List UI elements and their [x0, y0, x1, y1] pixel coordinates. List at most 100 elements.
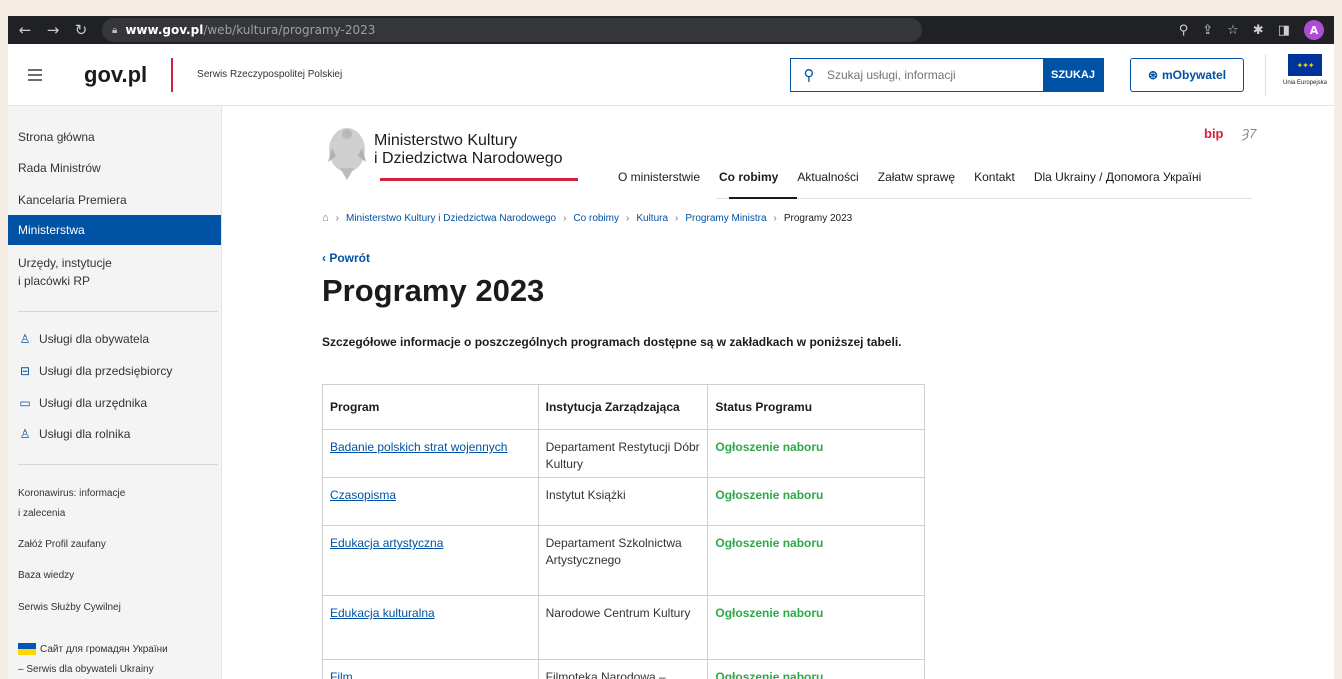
table-cell-program: Czasopisma	[322, 477, 539, 526]
sidebar-item-ministries[interactable]: Ministerstwa	[8, 215, 221, 245]
bip-link[interactable]: bip	[1204, 126, 1224, 141]
table-row: Badanie polskich strat wojennych Departa…	[322, 429, 925, 478]
page-title: Programy 2023	[322, 273, 545, 308]
home-icon[interactable]: ⌂	[322, 212, 329, 224]
forward-arrow-icon[interactable]: →	[42, 19, 64, 41]
service-official-label: Usługi dla urzędnika	[39, 396, 148, 410]
program-link[interactable]: Badanie polskich strat wojennych	[330, 440, 507, 454]
reload-icon[interactable]: ↻	[70, 19, 92, 41]
table-row: Film Filmoteka Narodowa – Ogłoszenie nab…	[322, 659, 925, 679]
table-cell-status: Ogłoszenie naboru	[707, 659, 925, 679]
nav-news[interactable]: Aktualności	[797, 170, 858, 184]
sidebar-item-chancellery[interactable]: Kancelaria Premiera	[8, 191, 221, 209]
nav-about[interactable]: O ministerstwie	[618, 170, 700, 184]
search-box: ⚲ SZUKAJ	[790, 58, 1104, 92]
sign-language-icon[interactable]: Ȝ7	[1242, 126, 1256, 141]
star-icon[interactable]: ☆	[1227, 23, 1239, 38]
table-cell-institution: Departament Restytucji Dóbr Kultury	[537, 429, 709, 478]
program-link[interactable]: Film	[330, 670, 353, 679]
sidebar-item-offices-l2: i placówki RP	[18, 274, 91, 288]
zoom-icon[interactable]: ⚲	[1179, 23, 1189, 38]
back-link[interactable]: ‹ Powrót	[322, 251, 370, 265]
main-content: Ministerstwo Kultury i Dziedzictwa Narod…	[222, 106, 1334, 679]
table-header-program: Program	[322, 384, 539, 430]
sidebar: Strona główna Rada Ministrów Kancelaria …	[8, 106, 222, 679]
table-cell-status: Ogłoszenie naboru	[707, 595, 925, 660]
ministry-name[interactable]: Ministerstwo Kultury i Dziedzictwa Narod…	[374, 132, 563, 168]
search-input[interactable]	[827, 59, 1043, 91]
briefcase-icon: ⊟	[19, 364, 31, 378]
sidebar-item-home[interactable]: Strona główna	[8, 128, 221, 146]
table-cell-status: Ogłoszenie naboru	[707, 429, 925, 478]
sidebar-item-offices-l1: Urzędy, instytucje	[18, 256, 112, 270]
sidebar-service-citizen[interactable]: ♙ Usługi dla obywatela	[18, 332, 149, 346]
table-row: Edukacja kulturalna Narodowe Centrum Kul…	[322, 595, 925, 660]
eu-divider	[1265, 54, 1266, 96]
chevron-right-icon: ›	[335, 212, 339, 224]
address-bar[interactable]: 🔒︎ www.gov.pl/web/kultura/programy-2023	[102, 18, 922, 42]
table-cell-institution: Narodowe Centrum Kultury	[537, 595, 709, 660]
covid-l1: Koronawirus: informacje	[18, 488, 126, 499]
program-link[interactable]: Czasopisma	[330, 488, 396, 502]
share-icon[interactable]: ⇪	[1202, 23, 1213, 38]
nav-what-we-do[interactable]: Co robimy	[719, 170, 778, 184]
govpl-logo[interactable]: gov.pl	[84, 62, 147, 88]
sidebar-service-official[interactable]: ▭ Usługi dla urzędnika	[18, 396, 147, 410]
sidebar-item-offices[interactable]: Urzędy, instytucje i placówki RP	[8, 254, 221, 290]
sidebar-item-council[interactable]: Rada Ministrów	[8, 159, 221, 177]
sidebar-service-business[interactable]: ⊟ Usługi dla przedsiębiorcy	[18, 364, 172, 378]
farmer-icon: ♙	[19, 427, 31, 441]
header-subtitle: Serwis Rzeczypospolitej Polskiej	[197, 69, 343, 80]
chevron-right-icon: ›	[626, 212, 630, 224]
ukraine-l2: – Serwis dla obywateli Ukrainy	[18, 664, 154, 675]
program-link[interactable]: Edukacja kulturalna	[330, 606, 435, 620]
nav-ukraine[interactable]: Dla Ukrainy / Допомога Україні	[1034, 170, 1201, 184]
menu-icon[interactable]	[28, 68, 42, 81]
nav-active-indicator	[729, 197, 797, 199]
nav-contact[interactable]: Kontakt	[974, 170, 1015, 184]
table-cell-program: Edukacja artystyczna	[322, 525, 539, 596]
eagle-emblem-icon	[328, 128, 366, 180]
breadcrumb-culture[interactable]: Kultura	[636, 213, 668, 224]
laptop-icon: ▭	[19, 396, 31, 410]
sidebar-link-covid[interactable]: Koronawirus: informacje i zalecenia	[18, 484, 218, 524]
mobywatel-label: mObywatel	[1162, 68, 1227, 82]
table-row: Edukacja artystyczna Departament Szkolni…	[322, 525, 925, 596]
sidebar-link-civil-service[interactable]: Serwis Służby Cywilnej	[18, 598, 218, 618]
service-business-label: Usługi dla przedsiębiorcy	[39, 364, 173, 378]
breadcrumb-what-we-do[interactable]: Co robimy	[573, 213, 619, 224]
sidebar-divider	[18, 311, 218, 312]
search-button[interactable]: SZUKAJ	[1043, 59, 1103, 91]
sidebar-link-trusted-profile[interactable]: Załóż Profil zaufany	[18, 535, 218, 555]
url-path: /web/kultura/programy-2023	[203, 23, 376, 37]
table-cell-institution: Instytut Książki	[537, 477, 709, 526]
main-navigation: O ministerstwie Co robimy Aktualności Za…	[618, 170, 1201, 184]
sidebar-link-ukraine[interactable]: Сайт для громадян України – Serwis dla o…	[18, 640, 218, 679]
url-host: www.gov.pl	[125, 23, 204, 37]
profile-avatar[interactable]: A	[1304, 20, 1324, 40]
breadcrumb-current: Programy 2023	[783, 212, 853, 224]
ministry-name-l1: Ministerstwo Kultury	[374, 132, 518, 149]
program-link[interactable]: Edukacja artystyczna	[330, 536, 443, 550]
user-circle-icon: ⊛	[1147, 68, 1159, 82]
table-cell-program: Film	[322, 659, 539, 679]
chevron-right-icon: ›	[773, 212, 777, 224]
breadcrumb-programs[interactable]: Programy Ministra	[685, 213, 766, 224]
sidebar-link-knowledge[interactable]: Baza wiedzy	[18, 566, 218, 586]
back-arrow-icon[interactable]: ←	[14, 19, 36, 41]
breadcrumb-ministry[interactable]: Ministerstwo Kultury i Dziedzictwa Narod…	[346, 213, 556, 224]
table-row: Czasopisma Instytut Książki Ogłoszenie n…	[322, 477, 925, 526]
mobywatel-button[interactable]: ⊛ mObywatel	[1130, 58, 1244, 92]
service-citizen-label: Usługi dla obywatela	[39, 332, 150, 346]
sidebar-service-farmer[interactable]: ♙ Usługi dla rolnika	[18, 427, 131, 441]
nav-services[interactable]: Załatw sprawę	[878, 170, 955, 184]
table-cell-program: Badanie polskich strat wojennych	[322, 429, 539, 478]
table-cell-status: Ogłoszenie naboru	[707, 477, 925, 526]
eu-caption: Unia Europejska	[1282, 80, 1328, 86]
eu-flag-icon: ✦✦✦	[1288, 54, 1322, 76]
sidepanel-icon[interactable]: ◨	[1278, 23, 1290, 38]
extensions-icon[interactable]: ✱	[1253, 23, 1264, 38]
site-header: gov.pl Serwis Rzeczypospolitej Polskiej …	[8, 44, 1334, 106]
search-icon: ⚲	[803, 66, 815, 84]
logo-divider	[171, 57, 174, 92]
